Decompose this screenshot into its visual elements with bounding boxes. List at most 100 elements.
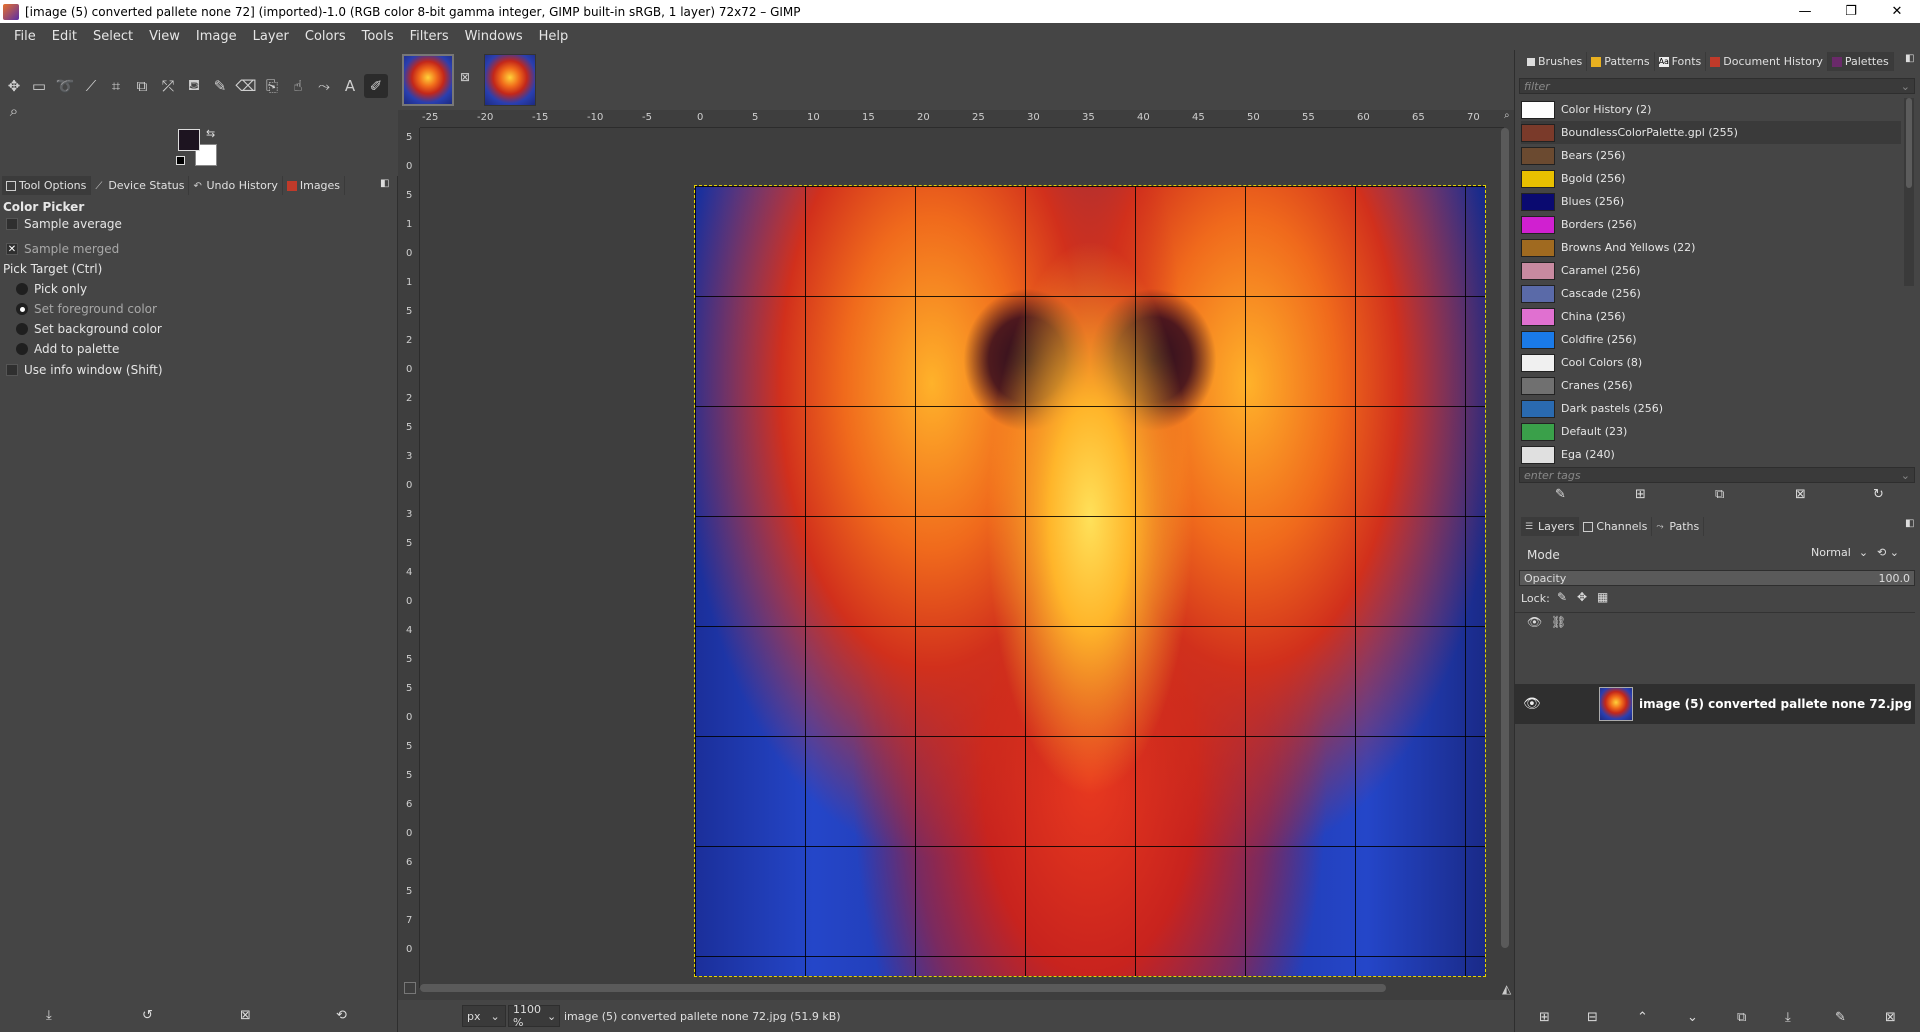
palette-item[interactable]: Ega (240) (1521, 443, 1901, 466)
unified-transform-icon[interactable]: ⧉ (130, 74, 154, 98)
free-select-icon[interactable]: ➰ (53, 74, 77, 98)
menu-help[interactable]: Help (531, 23, 577, 50)
tab-document-history[interactable]: Document History (1706, 52, 1828, 71)
delete-palette-icon[interactable]: ⊠ (1795, 487, 1806, 502)
set-background-option[interactable]: Set background color (0, 322, 162, 336)
reset-colors-icon[interactable] (176, 156, 185, 165)
layer-row[interactable]: 👁 image (5) converted pallete none 72.jp… (1515, 684, 1915, 724)
swap-colors-icon[interactable]: ⇆ (206, 127, 215, 140)
lower-layer-icon[interactable]: ⌄ (1687, 1010, 1698, 1025)
crop-icon[interactable]: ⌗ (104, 74, 128, 98)
text-icon[interactable]: A (338, 74, 362, 98)
palette-item[interactable]: Cranes (256) (1521, 374, 1901, 397)
palette-item[interactable]: China (256) (1521, 305, 1901, 328)
ruler-corner[interactable] (402, 110, 420, 128)
palette-item[interactable]: Blues (256) (1521, 190, 1901, 213)
tab-layers[interactable]: ☰ Layers (1521, 517, 1580, 536)
tab-undo-history[interactable]: ↶ Undo History (189, 176, 283, 195)
unit-select[interactable]: px ⌄ (462, 1005, 506, 1027)
configure-tab-icon[interactable]: ◧ (380, 178, 389, 189)
vertical-ruler[interactable]: 50510152025303540455055606570 (402, 128, 420, 988)
palette-item[interactable]: Color History (2) (1521, 98, 1901, 121)
palette-tags-input[interactable]: enter tags ⌄ (1519, 467, 1915, 483)
new-layer-icon[interactable]: ⊞ (1539, 1010, 1550, 1025)
use-info-window-option[interactable]: Use info window (Shift) (0, 363, 163, 377)
set-background-radio[interactable] (16, 323, 28, 335)
palette-item[interactable]: BoundlessColorPalette.gpl (255) (1521, 121, 1901, 144)
zoom-select[interactable]: 1100 % ⌄ (508, 1003, 560, 1029)
horizontal-scroll-thumb[interactable] (420, 984, 1386, 992)
delete-tool-preset-icon[interactable]: ⊠ (240, 1008, 251, 1023)
minimize-button[interactable]: — (1782, 0, 1828, 23)
edit-palette-icon[interactable]: ✎ (1555, 487, 1566, 502)
sample-merged-checkbox[interactable]: ✕ (6, 243, 18, 255)
mode-select[interactable]: Normal ⌄ (1811, 546, 1868, 559)
rect-select-icon[interactable]: ▭ (27, 74, 51, 98)
palette-item[interactable]: Borders (256) (1521, 213, 1901, 236)
palette-item[interactable]: Cool Colors (8) (1521, 351, 1901, 374)
palette-item[interactable]: Browns And Yellows (22) (1521, 236, 1901, 259)
tab-images[interactable]: Images (283, 176, 346, 195)
pick-only-option[interactable]: Pick only (0, 282, 87, 296)
palette-item[interactable]: Bears (256) (1521, 144, 1901, 167)
menu-image[interactable]: Image (188, 23, 245, 50)
menu-select[interactable]: Select (85, 23, 141, 50)
merge-layer-icon[interactable]: ⤓ (1785, 1010, 1791, 1025)
maximize-button[interactable]: ❐ (1828, 0, 1874, 23)
tab-channels[interactable]: Channels (1579, 517, 1653, 536)
configure-tab-icon[interactable]: ◧ (1905, 53, 1914, 64)
palette-item[interactable]: Caramel (256) (1521, 259, 1901, 282)
eraser-icon[interactable]: ⌫ (234, 74, 258, 98)
palette-scroll-thumb[interactable] (1906, 98, 1912, 188)
tab-brushes[interactable]: Brushes (1523, 52, 1588, 71)
quick-mask-toggle[interactable] (404, 982, 416, 994)
use-info-window-checkbox[interactable] (6, 364, 18, 376)
image-canvas[interactable] (694, 185, 1486, 977)
menu-tools[interactable]: Tools (354, 23, 402, 50)
menu-edit[interactable]: Edit (44, 23, 85, 50)
menu-layer[interactable]: Layer (245, 23, 297, 50)
pick-only-radio[interactable] (16, 283, 28, 295)
paths-icon[interactable]: ⤳ (312, 74, 336, 98)
lock-pixels-icon[interactable]: ✎ (1557, 590, 1567, 604)
add-to-palette-option[interactable]: Add to palette (0, 342, 119, 356)
tab-tool-options[interactable]: Tool Options (2, 176, 92, 195)
close-image-tab-icon[interactable]: ⊠ (460, 70, 470, 84)
image-tab-1-thumbnail[interactable] (402, 54, 454, 106)
add-to-palette-radio[interactable] (16, 343, 28, 355)
foreground-color-swatch[interactable] (178, 129, 200, 151)
clone-icon[interactable]: ⎘ (260, 74, 284, 98)
close-window-button[interactable]: ✕ (1874, 0, 1920, 23)
raise-layer-icon[interactable]: ⌃ (1637, 1010, 1648, 1025)
paintbrush-icon[interactable]: ✎ (208, 74, 232, 98)
bucket-fill-icon[interactable]: ⛾ (182, 74, 206, 98)
image-tab-2-thumbnail[interactable] (484, 54, 536, 106)
layer-mask-icon[interactable]: ✎ (1835, 1010, 1846, 1025)
palette-item[interactable]: Cascade (256) (1521, 282, 1901, 305)
tab-fonts[interactable]: Aa Fonts (1655, 52, 1707, 71)
sample-average-option[interactable]: Sample average (0, 217, 122, 231)
warp-icon[interactable]: ⤱ (156, 74, 180, 98)
reset-tool-options-icon[interactable]: ⟲ (336, 1008, 347, 1023)
tab-paths[interactable]: ⤳ Paths (1652, 517, 1705, 536)
menu-file[interactable]: File (6, 23, 44, 50)
menu-windows[interactable]: Windows (457, 23, 531, 50)
palette-item[interactable]: Bgold (256) (1521, 167, 1901, 190)
menu-view[interactable]: View (141, 23, 188, 50)
delete-layer-icon[interactable]: ⊠ (1885, 1010, 1896, 1025)
palette-item[interactable]: Coldfire (256) (1521, 328, 1901, 351)
lock-alpha-icon[interactable]: ▦ (1597, 590, 1608, 604)
duplicate-palette-icon[interactable]: ⧉ (1715, 487, 1724, 502)
opacity-slider[interactable]: Opacity 100.0 (1519, 570, 1915, 586)
tab-device-status[interactable]: ⟋ Device Status (91, 176, 190, 195)
sample-average-checkbox[interactable] (6, 218, 18, 230)
refresh-palettes-icon[interactable]: ↻ (1873, 487, 1884, 502)
new-palette-icon[interactable]: ⊞ (1635, 487, 1646, 502)
tab-patterns[interactable]: Patterns (1587, 52, 1655, 71)
palette-item[interactable]: Default (23) (1521, 420, 1901, 443)
configure-tab-icon[interactable]: ◧ (1905, 518, 1914, 529)
layer-visibility-eye-icon[interactable]: 👁 (1523, 696, 1541, 712)
fuzzy-select-icon[interactable]: ⟋ (79, 74, 103, 98)
horizontal-scrollbar[interactable] (420, 982, 1500, 994)
sample-merged-option[interactable]: ✕ Sample merged (0, 242, 119, 256)
